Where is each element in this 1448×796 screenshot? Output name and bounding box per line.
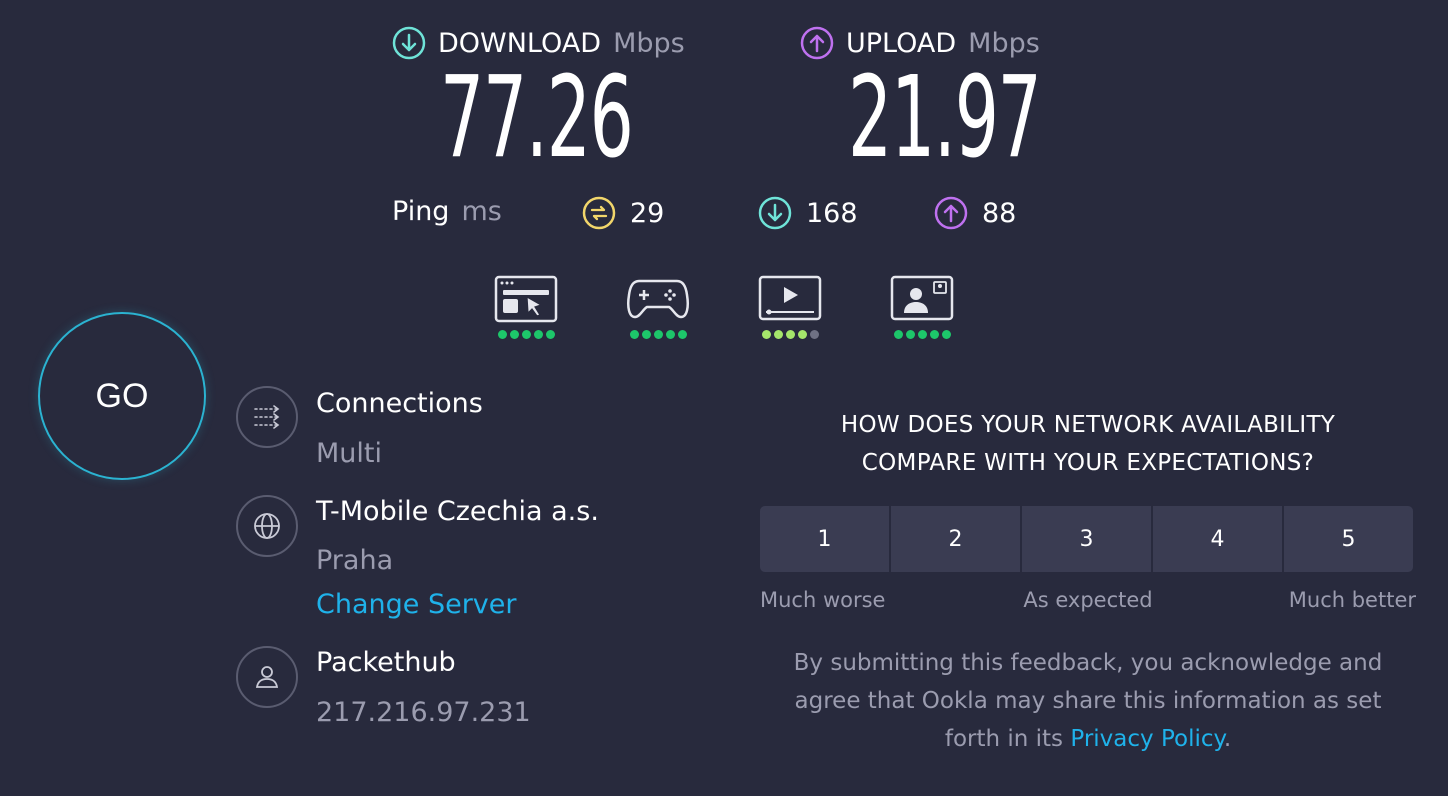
web-browsing-rating <box>493 275 559 339</box>
scale-label-high: Much better <box>1288 588 1416 612</box>
survey-question: HOW DOES YOUR NETWORK AVAILABILITY COMPA… <box>760 406 1416 482</box>
user-icon <box>255 666 279 688</box>
rating-dot <box>941 330 951 339</box>
go-button[interactable]: GO <box>38 312 206 480</box>
globe-icon <box>254 513 280 539</box>
ping-upload: 88 <box>934 196 1016 230</box>
rating-dot <box>785 330 795 339</box>
privacy-policy-link[interactable]: Privacy Policy <box>1070 726 1223 752</box>
rating-dot <box>545 330 555 339</box>
scale-label-low: Much worse <box>760 588 886 612</box>
download-value: 77.26 <box>440 53 634 183</box>
rating-dot <box>653 330 663 339</box>
latency-idle-icon <box>582 196 616 230</box>
scale-label-mid: As expected <box>1023 588 1153 612</box>
rating-option-1[interactable]: 1 <box>760 506 889 572</box>
server-location: Praha <box>316 545 394 576</box>
server-icon-wrap <box>236 495 298 557</box>
upload-value: 21.97 <box>848 53 1042 183</box>
rating-dot <box>641 330 651 339</box>
video-call-dots <box>893 330 951 339</box>
rating-option-3[interactable]: 3 <box>1022 506 1151 572</box>
ping-idle: 29 <box>582 196 664 230</box>
rating-dot <box>497 330 507 339</box>
gaming-icon <box>627 279 689 319</box>
rating-option-4[interactable]: 4 <box>1153 506 1282 572</box>
change-server-link[interactable]: Change Server <box>316 589 517 620</box>
provider-title: Packethub <box>316 647 456 678</box>
rating-dot <box>677 330 687 339</box>
provider-icon-wrap <box>236 646 298 708</box>
ping-upload-value: 88 <box>982 197 1017 229</box>
upload-arrow-icon <box>934 196 968 230</box>
survey-question-line1: HOW DOES YOUR NETWORK AVAILABILITY <box>840 412 1336 438</box>
video-streaming-rating <box>757 275 823 339</box>
ping-download: 168 <box>758 196 858 230</box>
disclaimer-prefix: forth in its <box>944 726 1071 752</box>
ping-download-value: 168 <box>806 197 858 229</box>
rating-dot <box>761 330 771 339</box>
disclaimer-line2: agree that Ookla may share this informat… <box>794 688 1382 714</box>
web-browsing-icon <box>494 275 558 323</box>
video-call-icon <box>890 275 954 321</box>
rating-dot <box>929 330 939 339</box>
rating-dot <box>893 330 903 339</box>
feedback-disclaimer: By submitting this feedback, you acknowl… <box>746 644 1430 758</box>
rating-dot <box>665 330 675 339</box>
survey-question-line2: COMPARE WITH YOUR EXPECTATIONS? <box>861 450 1315 476</box>
rating-dot <box>905 330 915 339</box>
ping-unit: ms <box>461 196 502 227</box>
rating-dot <box>917 330 927 339</box>
ping-label: Ping <box>392 196 450 227</box>
provider-ip: 217.216.97.231 <box>316 697 531 728</box>
connections-icon <box>254 405 280 429</box>
video-streaming-dots <box>761 330 819 339</box>
rating-option-2[interactable]: 2 <box>891 506 1020 572</box>
rating-dot <box>533 330 543 339</box>
upload-arrow-icon <box>800 26 834 60</box>
download-arrow-icon <box>392 26 426 60</box>
connections-value[interactable]: Multi <box>316 438 382 469</box>
disclaimer-line1: By submitting this feedback, you acknowl… <box>793 650 1383 676</box>
connections-icon-wrap <box>236 386 298 448</box>
rating-dot <box>509 330 519 339</box>
video-call-rating <box>889 275 955 339</box>
disclaimer-line3: forth in its Privacy Policy. <box>746 720 1430 758</box>
rating-scale: 1 2 3 4 5 <box>760 506 1413 572</box>
download-arrow-icon <box>758 196 792 230</box>
rating-dot <box>773 330 783 339</box>
rating-dot <box>809 330 819 339</box>
rating-option-5[interactable]: 5 <box>1284 506 1413 572</box>
video-streaming-icon <box>758 275 822 321</box>
ping-label-group: Ping ms <box>392 196 502 227</box>
gaming-rating <box>625 275 691 339</box>
gaming-dots <box>629 330 687 339</box>
rating-dot <box>797 330 807 339</box>
rating-dot <box>521 330 531 339</box>
connections-title: Connections <box>316 388 483 419</box>
rating-dot <box>629 330 639 339</box>
server-title: T-Mobile Czechia a.s. <box>316 496 599 527</box>
web-browsing-dots <box>497 330 555 339</box>
disclaimer-suffix: . <box>1223 726 1232 752</box>
ping-idle-value: 29 <box>630 197 665 229</box>
